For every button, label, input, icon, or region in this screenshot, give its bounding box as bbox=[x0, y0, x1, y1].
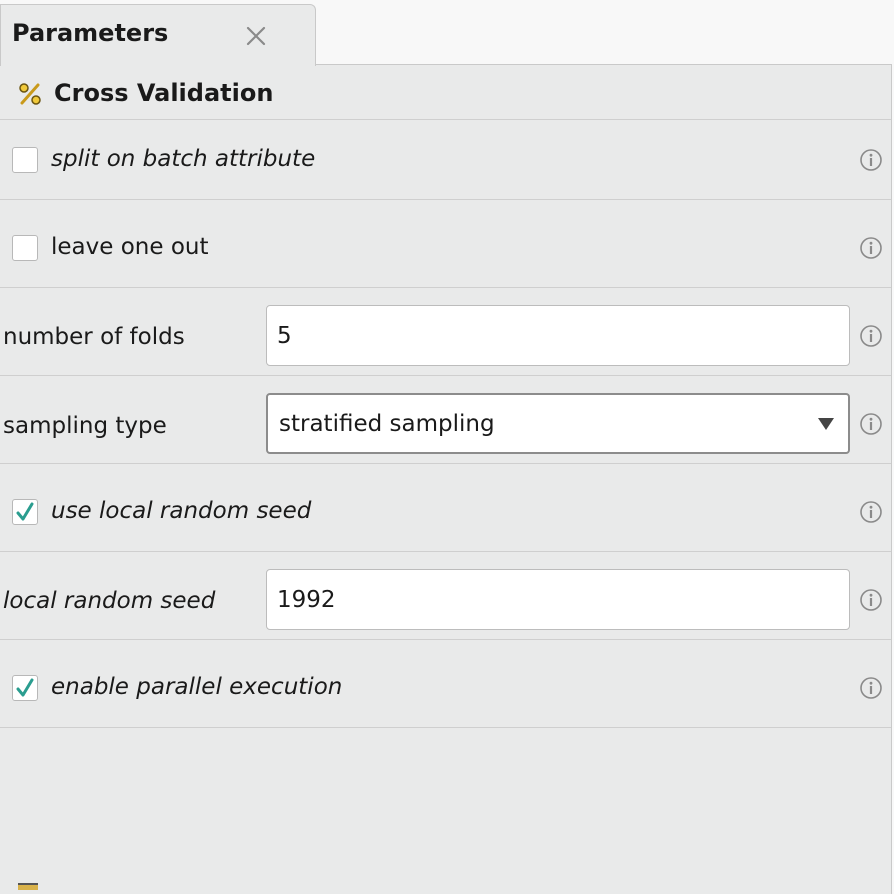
use-local-random-seed-checkbox[interactable] bbox=[12, 499, 38, 525]
enable-parallel-execution-checkbox[interactable] bbox=[12, 675, 38, 701]
dropdown-arrow-icon bbox=[818, 417, 834, 430]
info-icon[interactable] bbox=[859, 500, 883, 524]
info-icon[interactable] bbox=[859, 588, 883, 612]
close-icon[interactable] bbox=[244, 24, 268, 48]
number-of-folds-value: 5 bbox=[277, 322, 292, 349]
param-row-local-random-seed: local random seed 1992 bbox=[0, 552, 891, 640]
number-of-folds-input[interactable]: 5 bbox=[266, 305, 850, 366]
local-random-seed-input[interactable]: 1992 bbox=[266, 569, 850, 630]
info-icon[interactable] bbox=[859, 412, 883, 436]
split-on-batch-attribute-label: split on batch attribute bbox=[51, 146, 316, 172]
check-icon bbox=[16, 678, 34, 697]
local-random-seed-value: 1992 bbox=[277, 586, 336, 613]
leave-one-out-label: leave one out bbox=[51, 234, 209, 260]
sampling-type-value: stratified sampling bbox=[279, 410, 495, 437]
param-row-sampling-type: sampling type stratified sampling bbox=[0, 376, 891, 464]
info-icon[interactable] bbox=[859, 676, 883, 700]
info-icon[interactable] bbox=[859, 236, 883, 260]
parameters-panel: Cross Validation split on batch attribut… bbox=[0, 64, 892, 894]
check-icon bbox=[16, 502, 34, 521]
param-row-use-local-random-seed: use local random seed bbox=[0, 464, 891, 552]
parameters-tab[interactable]: Parameters bbox=[0, 4, 316, 66]
percent-icon bbox=[17, 81, 43, 107]
leave-one-out-checkbox[interactable] bbox=[12, 235, 38, 261]
operator-header: Cross Validation bbox=[0, 65, 891, 120]
local-random-seed-label: local random seed bbox=[3, 588, 216, 614]
number-of-folds-label: number of folds bbox=[3, 324, 185, 350]
partial-icon bbox=[18, 883, 38, 890]
operator-title: Cross Validation bbox=[54, 79, 274, 107]
info-icon[interactable] bbox=[859, 148, 883, 172]
sampling-type-label: sampling type bbox=[3, 413, 167, 439]
info-icon[interactable] bbox=[859, 324, 883, 348]
split-on-batch-attribute-checkbox[interactable] bbox=[12, 147, 38, 173]
enable-parallel-execution-label: enable parallel execution bbox=[51, 674, 343, 700]
param-row-enable-parallel-execution: enable parallel execution bbox=[0, 640, 891, 728]
param-row-leave-one-out: leave one out bbox=[0, 200, 891, 288]
param-row-split-on-batch-attribute: split on batch attribute bbox=[0, 120, 891, 200]
sampling-type-select[interactable]: stratified sampling bbox=[266, 393, 850, 454]
use-local-random-seed-label: use local random seed bbox=[51, 498, 312, 524]
param-row-number-of-folds: number of folds 5 bbox=[0, 288, 891, 376]
tab-title: Parameters bbox=[12, 19, 169, 47]
